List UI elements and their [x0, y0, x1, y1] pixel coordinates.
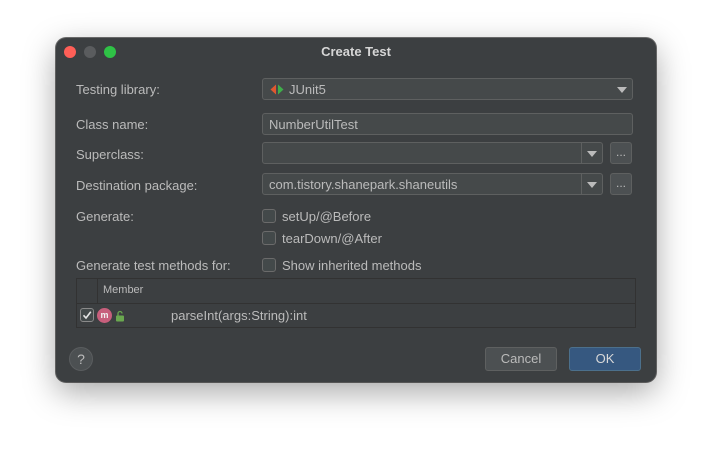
combo-divider [581, 143, 582, 163]
testing-library-value: JUnit5 [289, 82, 326, 97]
method-m-icon: m [97, 308, 112, 323]
teardown-checkbox[interactable] [262, 231, 276, 245]
setup-checkbox-label[interactable]: setUp/@Before [282, 209, 371, 224]
members-table-header: Member [77, 279, 635, 304]
junit-logo-icon [270, 84, 284, 95]
destination-package-label: Destination package: [76, 178, 198, 193]
dialog-title: Create Test [321, 44, 391, 59]
members-table: Member m parseInt(args:String):int [76, 278, 636, 328]
setup-checkbox[interactable] [262, 209, 276, 223]
chevron-down-icon [617, 87, 627, 93]
superclass-combo[interactable] [262, 142, 603, 164]
generate-methods-label: Generate test methods for: [76, 258, 231, 273]
table-row[interactable]: m parseInt(args:String):int [77, 304, 635, 328]
checkmark-icon [82, 311, 92, 320]
class-name-value: NumberUtilTest [269, 117, 358, 132]
show-inherited-label[interactable]: Show inherited methods [282, 258, 421, 273]
chevron-down-icon [587, 151, 597, 157]
testing-library-select[interactable]: JUnit5 [262, 78, 633, 100]
destination-package-combo[interactable]: com.tistory.shanepark.shaneutils [262, 173, 603, 195]
cancel-button[interactable]: Cancel [485, 347, 557, 371]
chevron-down-icon [587, 182, 597, 188]
superclass-browse-button[interactable]: ... [610, 142, 632, 164]
header-divider [97, 279, 98, 303]
ok-button[interactable]: OK [569, 347, 641, 371]
class-name-input[interactable]: NumberUtilTest [262, 113, 633, 135]
generate-label: Generate: [76, 209, 134, 224]
show-inherited-checkbox[interactable] [262, 258, 276, 272]
member-column-header[interactable]: Member [103, 284, 143, 296]
title-bar: Create Test [56, 38, 656, 66]
create-test-dialog: Create Test Testing library: JUnit5 Clas… [56, 38, 656, 382]
destination-package-browse-button[interactable]: ... [610, 173, 632, 195]
teardown-checkbox-label[interactable]: tearDown/@After [282, 231, 382, 246]
combo-divider [581, 174, 582, 194]
superclass-label: Superclass: [76, 147, 144, 162]
destination-package-value: com.tistory.shanepark.shaneutils [269, 177, 458, 192]
testing-library-label: Testing library: [76, 82, 160, 97]
help-button[interactable]: ? [69, 347, 93, 371]
member-checkbox[interactable] [80, 308, 94, 322]
class-name-label: Class name: [76, 117, 149, 132]
member-signature: parseInt(args:String):int [171, 308, 307, 323]
public-lock-icon [116, 310, 124, 322]
